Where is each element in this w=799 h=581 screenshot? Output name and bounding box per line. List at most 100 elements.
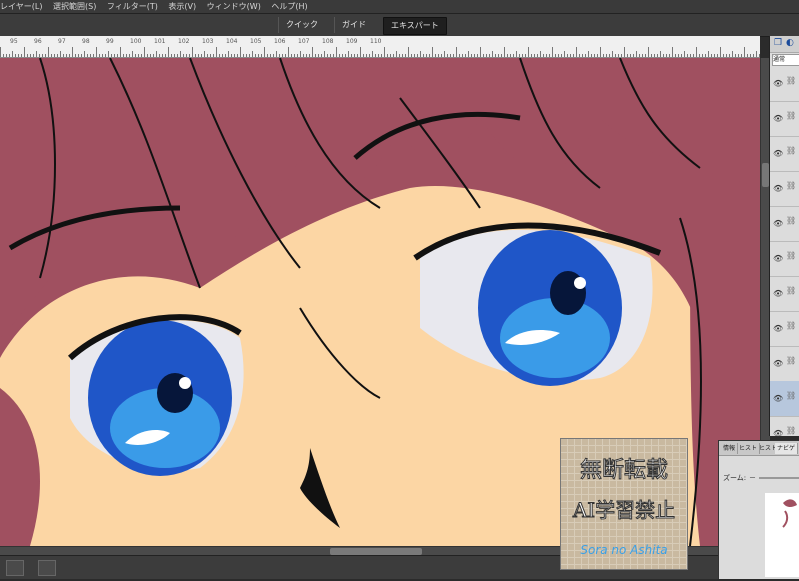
link-icon[interactable]: ⛓ <box>786 391 796 400</box>
mosaic-tile <box>561 558 567 564</box>
ruler-tick <box>18 54 19 57</box>
eye-icon[interactable]: 👁 <box>773 79 783 88</box>
adjustment-layer-icon[interactable]: ◐ <box>786 38 794 48</box>
ruler-tick <box>756 51 757 57</box>
eye-icon[interactable]: 👁 <box>773 114 783 123</box>
tool-options-icon[interactable] <box>38 560 56 576</box>
ruler-tick <box>222 54 223 57</box>
ruler-tick <box>471 54 472 57</box>
mode-quick-button[interactable]: クイック <box>278 17 325 33</box>
layer-row[interactable]: 👁 ⛓ <box>770 276 799 312</box>
ruler-label: 103 <box>202 38 214 45</box>
link-icon[interactable]: ⛓ <box>786 356 796 365</box>
link-icon[interactable]: ⛓ <box>786 286 796 295</box>
mosaic-tile <box>589 439 595 445</box>
ruler-tick <box>6 54 7 57</box>
ruler-tick <box>738 54 739 57</box>
ruler-tick <box>207 54 208 57</box>
link-icon[interactable]: ⛓ <box>786 111 796 120</box>
tab-navigator[interactable]: ナビゲ <box>775 443 799 454</box>
ruler-tick <box>384 47 385 57</box>
link-icon[interactable]: ⛓ <box>786 146 796 155</box>
mosaic-tile <box>666 446 672 452</box>
ruler-tick <box>183 54 184 57</box>
ruler-tick <box>498 54 499 57</box>
ruler-tick <box>24 47 25 57</box>
eye-icon[interactable]: 👁 <box>773 324 783 333</box>
zoom-slider[interactable] <box>759 477 799 479</box>
menu-item-layer[interactable]: レイヤー(L) <box>0 0 42 13</box>
menu-item-filter[interactable]: フィルター(T) <box>107 0 158 13</box>
eye-icon[interactable]: 👁 <box>773 254 783 263</box>
ruler-tick <box>693 54 694 57</box>
mode-guided-button[interactable]: ガイド <box>334 17 373 33</box>
ruler-tick <box>432 47 433 57</box>
layer-row[interactable]: 👁 ⛓ <box>770 241 799 277</box>
ruler-tick <box>276 51 277 57</box>
ruler-tick <box>591 54 592 57</box>
blend-mode-select[interactable]: 通常 <box>772 54 799 66</box>
mosaic-tile <box>582 558 588 564</box>
ruler-tick <box>210 54 211 57</box>
new-layer-icon[interactable]: ❐ <box>774 38 782 48</box>
ruler-tick <box>525 54 526 57</box>
eye-icon[interactable]: 👁 <box>773 149 783 158</box>
layer-row[interactable]: 👁 ⛓ <box>770 381 799 417</box>
navigator-preview[interactable] <box>765 493 799 577</box>
link-icon[interactable]: ⛓ <box>786 76 796 85</box>
ruler-tick <box>555 54 556 57</box>
ruler-tick <box>645 54 646 57</box>
ruler-tick <box>66 54 67 57</box>
layer-row[interactable]: 👁 ⛓ <box>770 346 799 382</box>
tab-info[interactable]: 情報 <box>721 443 739 454</box>
link-icon[interactable]: ⛓ <box>786 181 796 190</box>
mosaic-tile <box>680 481 686 487</box>
mosaic-tile <box>575 530 581 536</box>
zoom-out-button[interactable]: － <box>749 473 756 483</box>
ruler-tick <box>684 51 685 57</box>
eye-icon[interactable]: 👁 <box>773 184 783 193</box>
link-icon[interactable]: ⛓ <box>786 251 796 260</box>
link-icon[interactable]: ⛓ <box>786 216 796 225</box>
eye-icon[interactable]: 👁 <box>773 394 783 403</box>
mosaic-tile <box>575 439 581 445</box>
mosaic-tile <box>673 474 679 480</box>
ruler-tick <box>453 54 454 57</box>
eye-icon[interactable]: 👁 <box>773 359 783 368</box>
mode-expert-button[interactable]: エキスパート <box>383 17 447 35</box>
layer-row[interactable]: 👁 ⛓ <box>770 206 799 242</box>
menu-item-help[interactable]: ヘルプ(H) <box>271 0 307 13</box>
layer-row[interactable]: 👁 ⛓ <box>770 136 799 172</box>
ruler-label: 105 <box>250 38 262 45</box>
layer-row[interactable]: 👁 ⛓ <box>770 66 799 102</box>
ruler-tick <box>411 54 412 57</box>
ruler-tick <box>735 54 736 57</box>
layer-row[interactable]: 👁 ⛓ <box>770 171 799 207</box>
menu-item-select[interactable]: 選択範囲(S) <box>53 0 96 13</box>
mosaic-tile <box>568 439 574 445</box>
menu-item-view[interactable]: 表示(V) <box>168 0 196 13</box>
layer-row[interactable]: 👁 ⛓ <box>770 311 799 347</box>
ruler-tick <box>339 54 340 57</box>
ruler-tick <box>357 54 358 57</box>
mosaic-tile <box>561 523 567 529</box>
mosaic-tile <box>680 530 686 536</box>
eye-icon[interactable]: 👁 <box>773 289 783 298</box>
eye-icon[interactable]: 👁 <box>773 219 783 228</box>
ruler-tick <box>747 54 748 57</box>
mosaic-tile <box>582 488 588 494</box>
mosaic-tile <box>659 439 665 445</box>
layer-row[interactable]: 👁 ⛓ <box>770 101 799 137</box>
horizontal-scroll-thumb[interactable] <box>330 548 422 555</box>
eye-icon[interactable]: 👁 <box>773 429 783 438</box>
ruler-tick <box>255 54 256 57</box>
menu-item-window[interactable]: ウィンドウ(W) <box>207 0 261 13</box>
ruler-tick <box>633 54 634 57</box>
link-icon[interactable]: ⛓ <box>786 321 796 330</box>
ruler-label: 99 <box>106 38 114 45</box>
link-icon[interactable]: ⛓ <box>786 426 796 435</box>
vertical-scroll-thumb[interactable] <box>762 163 769 187</box>
watermark-line2: AI学習禁止 <box>572 498 675 522</box>
photo-bin-icon[interactable] <box>6 560 24 576</box>
mosaic-tile <box>680 488 686 494</box>
